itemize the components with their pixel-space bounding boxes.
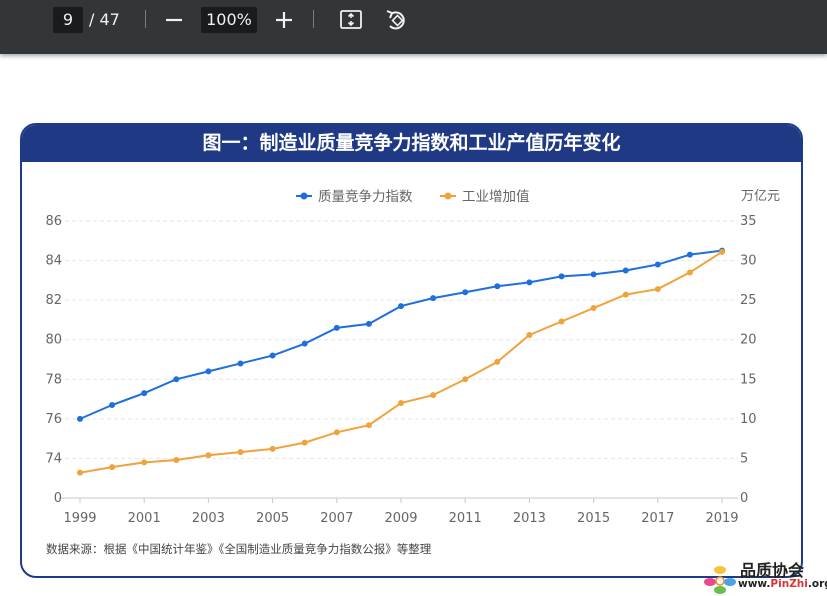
page-total: / 47 — [89, 10, 120, 29]
data-point — [494, 358, 501, 365]
right-axis-tick-label: 10 — [740, 412, 757, 427]
data-point — [654, 261, 661, 268]
right-axis-unit: 万亿元 — [741, 189, 780, 204]
chart-card: 图一：制造业质量竞争力指数和工业产值历年变化 0 0 74 5 76 10 78 15 80 20… — [20, 123, 803, 578]
fit-page-button[interactable] — [339, 7, 363, 33]
watermark-url: www.PinZhi.org — [738, 578, 827, 590]
data-point — [173, 376, 180, 383]
data-point — [77, 469, 83, 476]
x-axis-tick-label: 2015 — [577, 511, 610, 526]
data-point — [365, 422, 372, 429]
zoom-input[interactable]: 100% — [201, 7, 257, 33]
x-axis-tick-label: 2007 — [320, 511, 353, 526]
data-point — [558, 273, 565, 280]
left-axis-tick-label: 80 — [45, 333, 62, 348]
toolbar-divider — [313, 10, 314, 28]
left-axis-tick-label: 76 — [45, 412, 62, 427]
right-axis-tick-label: 0 — [740, 491, 748, 506]
left-axis-tick-label: 0 — [54, 491, 62, 506]
data-point — [686, 269, 693, 276]
series-line-1 — [79, 251, 723, 474]
data-point — [462, 376, 469, 383]
line-chart: 0 0 74 5 76 10 78 15 80 20 82 25 84 30 86 35 万亿元 1999 2001… — [45, 188, 780, 526]
left-axis-tick-label: 78 — [45, 372, 62, 387]
data-point — [398, 400, 404, 407]
data-point — [526, 279, 533, 286]
rotate-icon — [386, 10, 405, 30]
data-point — [237, 449, 244, 456]
zoom-out-button[interactable] — [163, 6, 185, 34]
toolbar-divider — [145, 10, 146, 28]
data-point — [398, 303, 404, 310]
data-point — [622, 267, 629, 274]
data-point — [205, 452, 212, 459]
data-point — [590, 271, 597, 278]
chart-title: 图一：制造业质量竞争力指数和工业产值历年变化 — [22, 125, 801, 162]
data-point — [333, 429, 340, 436]
x-axis-tick-label: 2019 — [705, 511, 738, 526]
data-point — [526, 331, 533, 338]
data-point — [109, 464, 116, 471]
data-point — [462, 289, 469, 296]
left-axis-tick-label: 74 — [45, 451, 62, 466]
legend-label: 质量竞争力指数 — [318, 188, 413, 205]
data-point — [269, 445, 276, 452]
x-axis-tick-label: 2003 — [192, 511, 225, 526]
right-axis-tick-label: 30 — [740, 254, 757, 269]
rotate-button[interactable] — [384, 6, 410, 34]
data-point — [558, 318, 565, 325]
pdf-toolbar: 9 / 47 100% — [0, 0, 827, 54]
x-axis-tick-label: 2009 — [384, 511, 417, 526]
page-number-input[interactable]: 9 — [53, 7, 83, 33]
left-axis-tick-label: 86 — [45, 214, 62, 229]
x-axis-tick-label: 1999 — [63, 511, 96, 526]
x-axis-tick-label: 2011 — [449, 511, 482, 526]
source-note: 数据来源：根据《中国统计年鉴》《全国制造业质量竞争力指数公报》等整理 — [46, 542, 432, 556]
data-point — [141, 390, 148, 397]
data-point — [237, 360, 244, 367]
right-axis-tick-label: 15 — [740, 372, 757, 387]
x-axis-tick-label: 2017 — [641, 511, 674, 526]
fit-page-icon — [340, 10, 362, 29]
data-point — [301, 439, 308, 446]
data-point — [77, 415, 83, 422]
data-point — [365, 320, 372, 327]
data-point — [141, 459, 148, 466]
data-point — [654, 286, 661, 293]
data-point — [494, 283, 501, 290]
x-axis-tick-label: 2013 — [513, 511, 546, 526]
legend-marker — [444, 192, 452, 200]
right-axis-tick-label: 35 — [740, 214, 757, 229]
data-point — [301, 340, 308, 347]
zoom-in-button[interactable] — [273, 6, 295, 34]
data-point — [173, 457, 180, 464]
data-point — [622, 291, 629, 298]
x-axis-tick-label: 2001 — [128, 511, 161, 526]
data-point — [430, 392, 437, 399]
right-axis-tick-label: 20 — [740, 333, 757, 348]
legend-label: 工业增加值 — [462, 189, 530, 205]
data-point — [205, 368, 212, 375]
right-axis-tick-label: 5 — [740, 451, 748, 466]
data-point — [719, 248, 725, 255]
data-point — [269, 352, 276, 359]
series-line-0 — [79, 249, 723, 420]
data-point — [430, 295, 437, 302]
legend-marker — [300, 192, 308, 200]
data-point — [590, 305, 597, 312]
right-axis-tick-label: 25 — [740, 293, 757, 308]
data-point — [109, 402, 116, 409]
left-axis-tick-label: 84 — [45, 254, 62, 269]
data-point — [686, 251, 693, 258]
minus-icon — [166, 18, 182, 22]
data-point — [333, 324, 340, 331]
x-axis-tick-label: 2005 — [256, 511, 289, 526]
left-axis-tick-label: 82 — [45, 293, 62, 308]
plus-icon — [276, 12, 292, 28]
